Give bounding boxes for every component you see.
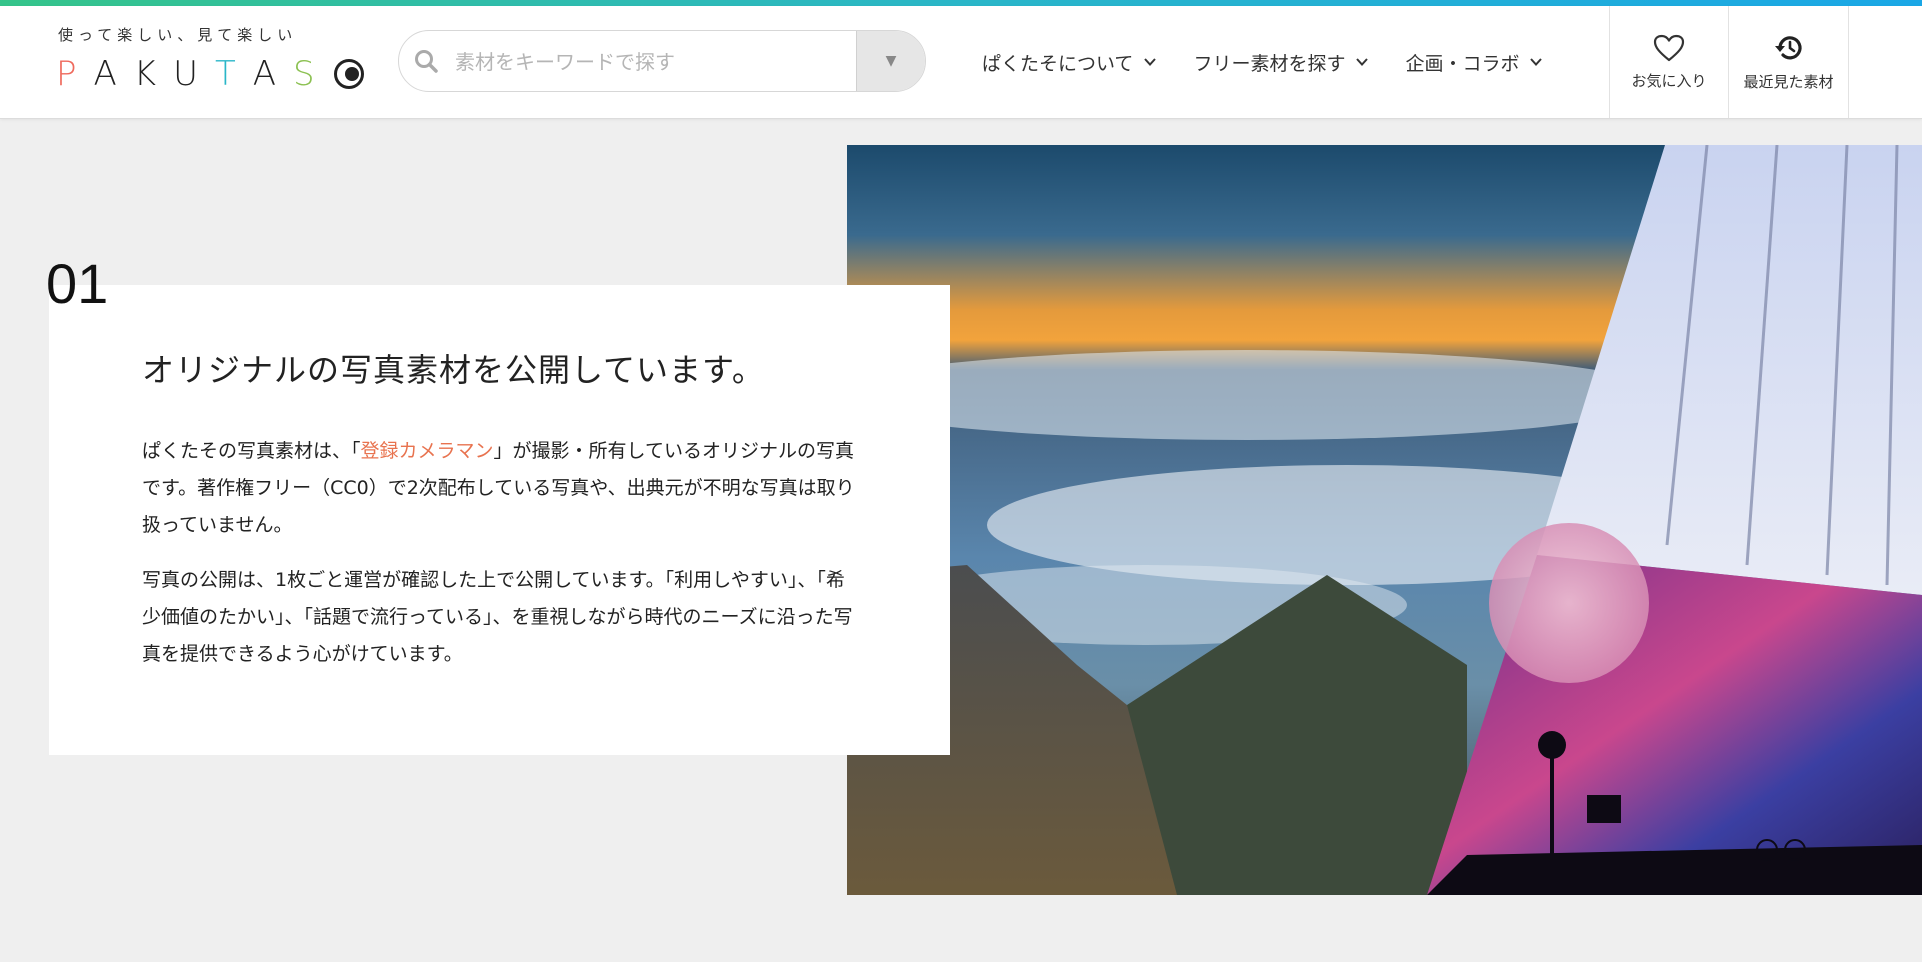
search-category-dropdown[interactable]: ▼ [856, 31, 925, 91]
recently-viewed-button[interactable]: 最近見た素材 [1728, 6, 1849, 118]
site-header: 使って楽しい、見て楽しい P A K U T A S ▼ ぱくたそについて [0, 6, 1922, 119]
nav-item-about[interactable]: ぱくたそについて [982, 49, 1157, 76]
site-logo[interactable]: 使って楽しい、見て楽しい P A K U T A S [56, 24, 364, 104]
logo-letter: T [214, 54, 236, 94]
chevron-down-icon [1144, 58, 1157, 66]
logo-letter: P [56, 54, 77, 94]
search-bar: ▼ [398, 30, 926, 92]
nav-item-find-materials[interactable]: フリー素材を探す [1193, 49, 1369, 76]
nav-item-label: フリー素材を探す [1193, 52, 1346, 75]
logo-eye-icon [333, 59, 364, 89]
heart-icon [1653, 34, 1685, 61]
logo-letter: K [133, 54, 157, 94]
nav-item-label: 企画・コラボ [1405, 52, 1520, 75]
hero-photo-collage [847, 145, 1922, 895]
paragraph-text: ぱくたその写真素材は、「 [142, 440, 361, 462]
favorites-label: お気に入り [1631, 71, 1707, 90]
logo-tagline: 使って楽しい、見て楽しい [58, 26, 298, 44]
registered-photographer-link[interactable]: 登録カメラマン [361, 440, 494, 462]
intro-paragraph-1: ぱくたその写真素材は、「登録カメラマン」が撮影・所有しているオリジナルの写真です… [142, 433, 855, 544]
logo-letter: A [93, 54, 117, 94]
logo-letter: U [173, 54, 198, 94]
logo-wordmark: P A K U T A S [56, 54, 364, 94]
search-input[interactable] [453, 31, 897, 91]
chevron-down-icon: ▼ [885, 53, 897, 69]
main-nav: ぱくたそについて フリー素材を探す 企画・コラボ [982, 6, 1579, 118]
search-icon [413, 48, 439, 74]
nav-item-label: ぱくたそについて [982, 52, 1134, 75]
nav-item-projects[interactable]: 企画・コラボ [1405, 49, 1543, 76]
intro-card: オリジナルの写真素材を公開しています。 ぱくたその写真素材は、「登録カメラマン」… [49, 285, 950, 755]
section-title: オリジナルの写真素材を公開しています。 [142, 351, 765, 389]
favorites-button[interactable]: お気に入り [1609, 6, 1728, 118]
intro-paragraph-2: 写真の公開は、1枚ごと運営が確認した上で公開しています。「利用しやすい」、「希少… [142, 569, 853, 665]
recently-viewed-label: 最近見た素材 [1743, 72, 1834, 91]
chevron-down-icon [1356, 58, 1369, 66]
chevron-down-icon [1530, 58, 1543, 66]
section-number: 01 [46, 252, 109, 315]
logo-letter: S [293, 54, 315, 94]
logo-letter: A [252, 54, 277, 94]
history-icon [1774, 35, 1802, 59]
